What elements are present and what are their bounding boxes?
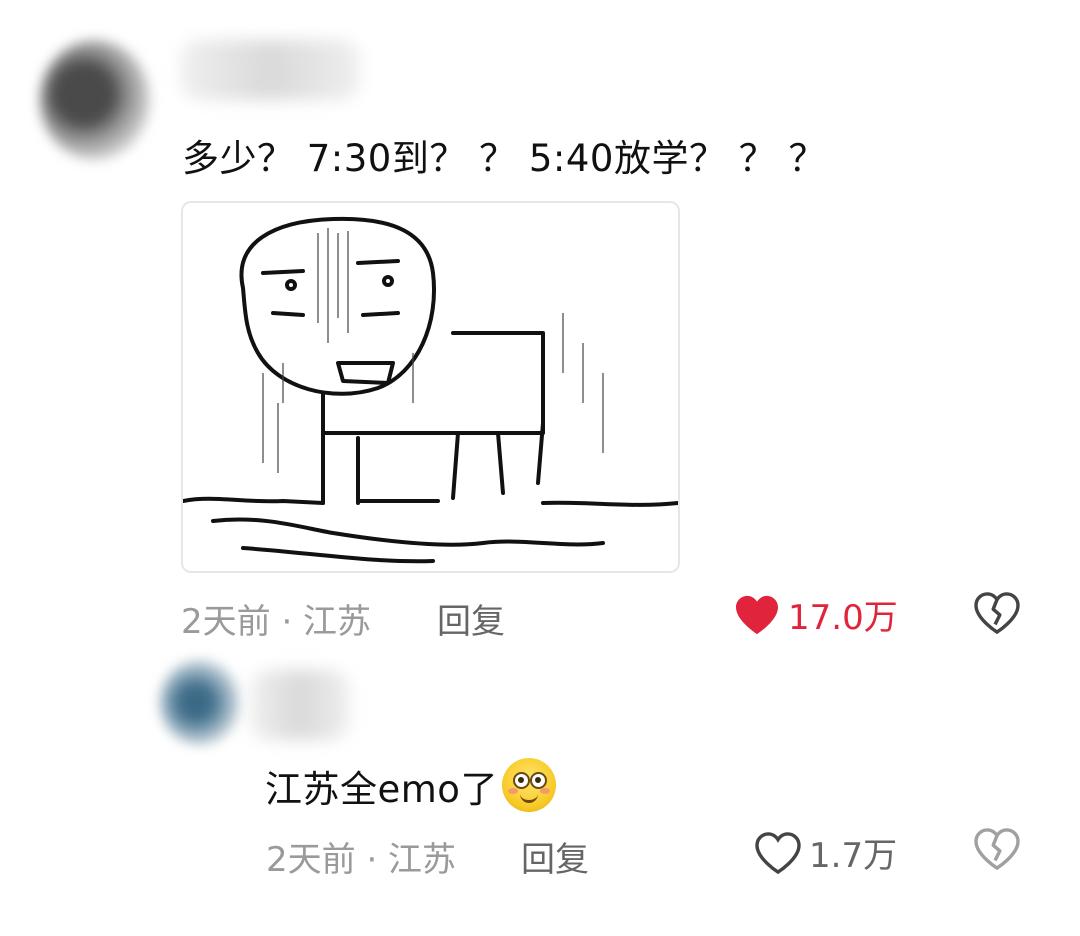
like-count: 17.0万 xyxy=(788,598,898,638)
avatar[interactable] xyxy=(160,660,240,745)
dislike-button[interactable] xyxy=(972,592,1022,638)
like-count: 1.7万 xyxy=(809,836,898,876)
comment-image-sketch-dog[interactable] xyxy=(181,201,680,573)
dislike-button[interactable] xyxy=(972,828,1022,874)
like-button[interactable]: 1.7万 xyxy=(755,828,897,877)
reply-button[interactable]: 回复 xyxy=(521,832,589,881)
smiling-face-emoji-icon xyxy=(501,758,556,812)
comment-thread: 多少？ 7:30到？ ？ 5:40放学？ ？ ？ 2天前 · 江苏 回复 17.… xyxy=(0,0,1080,936)
avatar[interactable] xyxy=(40,40,150,160)
comment-meta-time-location: 2天前 · 江苏 xyxy=(266,840,457,880)
broken-heart-icon xyxy=(974,592,1020,635)
username-blurred[interactable] xyxy=(250,670,350,740)
heart-outline-icon xyxy=(755,831,801,874)
heart-filled-icon xyxy=(736,595,778,634)
username-blurred[interactable] xyxy=(180,40,360,100)
reply-button[interactable]: 回复 xyxy=(437,594,505,643)
sketch-dog-drawing xyxy=(183,216,678,564)
broken-heart-icon xyxy=(974,828,1020,871)
reply-comment-text: 江苏全emo了 xyxy=(265,758,556,813)
reply-comment-body: 江苏全emo了 xyxy=(265,768,498,811)
watermark-blurred xyxy=(800,880,1040,906)
comment-text: 多少？ 7:30到？ ？ 5:40放学？ ？ ？ xyxy=(182,137,826,180)
like-button[interactable]: 17.0万 xyxy=(734,590,898,639)
comment-meta-time-location: 2天前 · 江苏 xyxy=(181,602,372,642)
